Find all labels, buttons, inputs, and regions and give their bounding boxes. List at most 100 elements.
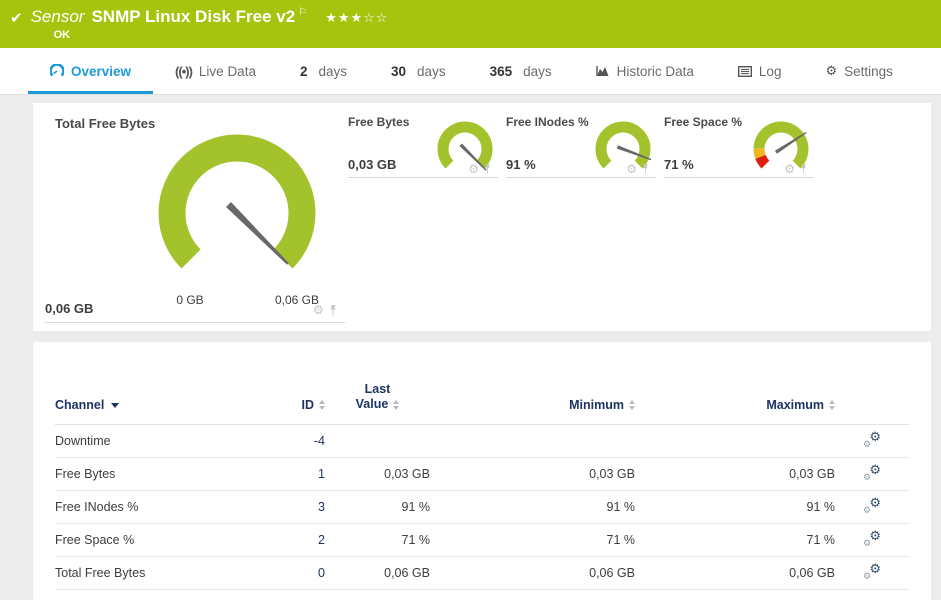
- main-gauge-title: Total Free Bytes: [55, 116, 156, 131]
- table-row: Free Bytes 1 0,03 GB 0,03 GB 0,03 GB ⚙ ⚙: [55, 457, 909, 491]
- channel-last-value: 0,03 GB: [325, 457, 430, 491]
- tab-2-days-label: days: [318, 63, 348, 79]
- channel-minimum: 0,03 GB: [430, 457, 635, 491]
- column-header-minimum[interactable]: Minimum: [430, 342, 635, 425]
- main-gauge-gear-icon[interactable]: ⚙: [313, 304, 324, 316]
- tab-log-label: Log: [758, 63, 782, 79]
- status-ok-check-icon: ✔: [10, 9, 23, 27]
- small-gauge-value: 71 %: [664, 157, 694, 172]
- channel-table: Channel ID Last Value Minimum Maximum Do…: [55, 342, 909, 590]
- tab-30-days-label: days: [417, 63, 446, 79]
- historic-data-chart-icon: [595, 65, 610, 77]
- page-title: SNMP Linux Disk Free v2: [91, 7, 296, 26]
- main-gauge-underline: [45, 322, 345, 323]
- tab-365-days[interactable]: 365 days: [468, 48, 574, 94]
- column-header-channel[interactable]: Channel: [55, 342, 240, 425]
- channel-id: 3: [240, 490, 325, 524]
- channel-minimum: [430, 424, 635, 458]
- channel-last-value: 91 %: [325, 490, 430, 524]
- channel-minimum: 0,06 GB: [430, 556, 635, 590]
- tab-365-days-label: days: [523, 63, 552, 79]
- channel-id: 1: [240, 457, 325, 491]
- tab-overview[interactable]: Overview: [28, 48, 154, 94]
- sensor-header: ✔ Sensor SNMP Linux Disk Free v2 ⚐ ★★★☆☆…: [0, 0, 941, 48]
- channel-last-value: [325, 424, 430, 458]
- tab-live-data[interactable]: ((•)) Live Data: [153, 48, 278, 94]
- gauge-icon: [50, 64, 64, 78]
- column-header-maximum[interactable]: Maximum: [635, 342, 835, 425]
- sort-active-caret-icon: [111, 402, 120, 408]
- small-gauge-free-inodes: Free INodes % 91 % ⚙: [506, 115, 656, 179]
- sort-arrows-icon: [393, 399, 400, 410]
- small-gauge-title: Free INodes %: [506, 115, 589, 129]
- table-row: Free Space % 2 71 % 71 % 71 % ⚙ ⚙: [55, 523, 909, 557]
- column-header-last-value[interactable]: Last Value: [325, 342, 430, 425]
- table-row: Free INodes % 3 91 % 91 % 91 % ⚙ ⚙: [55, 490, 909, 524]
- tab-live-data-label: Live Data: [198, 63, 256, 79]
- channel-minimum: 71 %: [430, 523, 635, 557]
- gauges-panel: Total Free Bytes 0 GB 0,06 GB 0,06 GB ⚙ …: [33, 103, 931, 331]
- channel-maximum: 91 %: [635, 490, 835, 524]
- table-row: Total Free Bytes 0 0,06 GB 0,06 GB 0,06 …: [55, 556, 909, 590]
- tab-30-days-number: 30: [391, 63, 407, 79]
- gauge-pin-icon[interactable]: [799, 164, 808, 174]
- sort-arrows-icon: [629, 400, 635, 410]
- stars-empty: ☆☆: [363, 11, 389, 26]
- column-header-actions: [835, 342, 909, 425]
- gauge-gear-icon[interactable]: ⚙: [784, 163, 795, 175]
- channel-maximum: 0,06 GB: [635, 556, 835, 590]
- small-gauge-free-bytes: Free Bytes 0,03 GB ⚙: [348, 115, 498, 179]
- small-gauge-value: 0,03 GB: [348, 157, 397, 172]
- main-gauge-value: 0,06 GB: [45, 301, 94, 316]
- sensor-kind-label: Sensor: [30, 7, 85, 26]
- channel-settings-gears-icon[interactable]: ⚙ ⚙: [863, 430, 881, 450]
- channel-settings-gears-icon[interactable]: ⚙ ⚙: [863, 463, 881, 483]
- channel-maximum: 0,03 GB: [635, 457, 835, 491]
- live-data-icon: ((•)): [175, 63, 193, 79]
- channel-name[interactable]: Free Space %: [55, 523, 240, 557]
- status-badge: OK: [53, 29, 71, 41]
- small-gauge-title: Free Bytes: [348, 115, 410, 129]
- tab-bar: Overview ((•)) Live Data 2 days 30 days …: [0, 48, 941, 95]
- tab-overview-label: Overview: [71, 63, 132, 79]
- gauge-pin-icon[interactable]: [483, 164, 492, 174]
- tab-2-days-number: 2: [299, 63, 308, 79]
- gauge-underline: [664, 177, 814, 178]
- tab-log[interactable]: Log: [716, 48, 804, 94]
- channel-maximum: 71 %: [635, 523, 835, 557]
- channel-last-value: 71 %: [325, 523, 430, 557]
- priority-stars[interactable]: ★★★☆☆: [325, 11, 388, 26]
- sort-arrows-icon: [829, 400, 835, 410]
- channel-settings-gears-icon[interactable]: ⚙ ⚙: [863, 562, 881, 582]
- channel-id: 2: [240, 523, 325, 557]
- tab-365-days-number: 365: [489, 63, 513, 79]
- small-gauge-free-space: Free Space % 71 % ⚙: [664, 115, 814, 179]
- main-gauge: [158, 134, 316, 269]
- flag-icon[interactable]: ⚐: [298, 7, 307, 18]
- gauge-underline: [506, 177, 656, 178]
- channel-maximum: [635, 424, 835, 458]
- small-gauge-value: 91 %: [506, 157, 536, 172]
- gauge-pin-icon[interactable]: [641, 164, 650, 174]
- channel-settings-gears-icon[interactable]: ⚙ ⚙: [863, 529, 881, 549]
- tab-settings[interactable]: ⚙ Settings: [803, 48, 914, 94]
- tab-historic-data[interactable]: Historic Data: [574, 48, 716, 94]
- gauge-gear-icon[interactable]: ⚙: [626, 163, 637, 175]
- channel-id: -4: [240, 424, 325, 458]
- main-gauge-pin-icon[interactable]: [328, 304, 338, 316]
- channel-last-value: 0,06 GB: [325, 556, 430, 590]
- stars-filled: ★★★: [325, 11, 364, 26]
- channel-settings-gears-icon[interactable]: ⚙ ⚙: [863, 496, 881, 516]
- tab-2-days[interactable]: 2 days: [278, 48, 369, 94]
- channel-name[interactable]: Free Bytes: [55, 457, 240, 491]
- channel-minimum: 91 %: [430, 490, 635, 524]
- channel-id: 0: [240, 556, 325, 590]
- channel-name[interactable]: Downtime: [55, 424, 240, 458]
- gauge-gear-icon[interactable]: ⚙: [468, 163, 479, 175]
- channel-name[interactable]: Total Free Bytes: [55, 556, 240, 590]
- table-row: Downtime -4 ⚙ ⚙: [55, 424, 909, 458]
- column-header-id[interactable]: ID: [240, 342, 325, 425]
- tab-30-days[interactable]: 30 days: [369, 48, 468, 94]
- channel-name[interactable]: Free INodes %: [55, 490, 240, 524]
- main-gauge-needle: [226, 202, 289, 265]
